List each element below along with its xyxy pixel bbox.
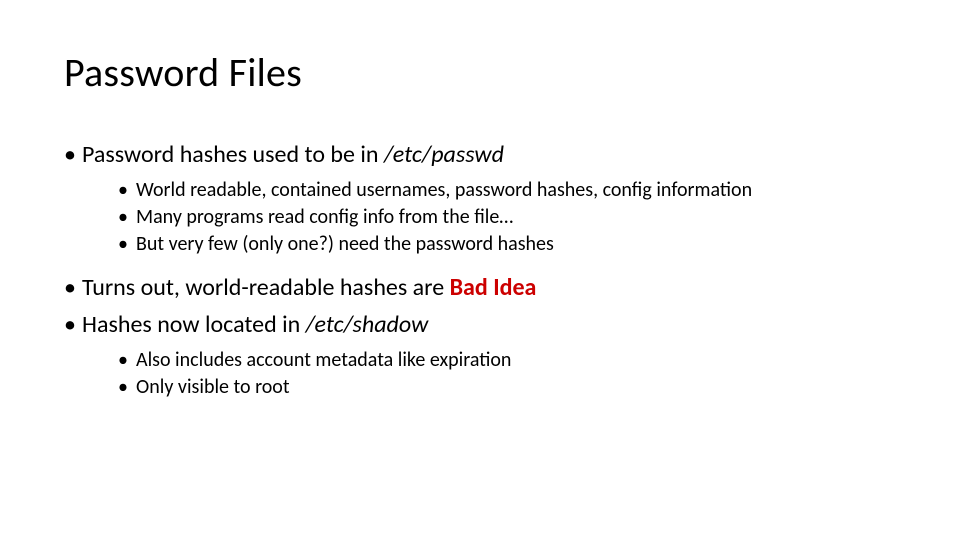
bullet-1-sublist: World readable, contained usernames, pas… (82, 177, 896, 258)
bullet-3-sub-1: Also includes account metadata like expi… (82, 347, 896, 374)
bullet-3-path: /etc/shadow (306, 310, 429, 339)
bullet-2-text: Turns out, world-readable hashes are (82, 273, 450, 302)
bullet-3-sublist: Also includes account metadata like expi… (82, 347, 896, 401)
bullet-2: Turns out, world-readable hashes are Bad… (64, 272, 896, 304)
bullet-2-bad: Bad Idea (450, 273, 537, 302)
bullet-1-path: /etc/passwd (384, 140, 504, 169)
slide-title: Password Files (64, 48, 896, 97)
slide: Password Files Password hashes used to b… (0, 0, 960, 540)
bullet-1-sub-3: But very few (only one?) need the passwo… (82, 231, 896, 258)
bullet-1-sub-1: World readable, contained usernames, pas… (82, 177, 896, 204)
bullet-3-sub-2: Only visible to root (82, 374, 896, 401)
bullet-1-sub-2: Many programs read config info from the … (82, 204, 896, 231)
bullet-3: Hashes now located in /etc/shadow Also i… (64, 309, 896, 401)
bullet-1-text: Password hashes used to be in (82, 140, 384, 169)
bullet-1: Password hashes used to be in /etc/passw… (64, 139, 896, 258)
bullet-3-text: Hashes now located in (82, 310, 306, 339)
bullet-list: Password hashes used to be in /etc/passw… (64, 139, 896, 401)
